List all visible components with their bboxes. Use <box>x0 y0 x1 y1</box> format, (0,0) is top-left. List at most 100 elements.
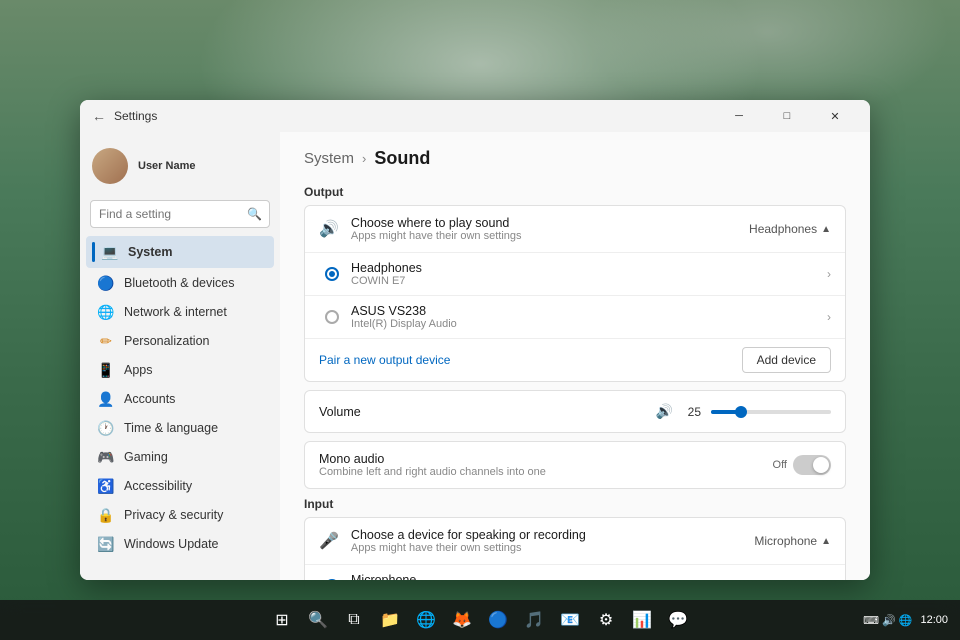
apps-icon: 📱 <box>98 362 114 378</box>
volume-thumb <box>735 406 747 418</box>
sidebar-item-time[interactable]: 🕐 Time & language <box>86 414 274 442</box>
sidebar-item-privacy[interactable]: 🔒 Privacy & security <box>86 501 274 529</box>
toggle-label: Off <box>773 459 787 471</box>
choose-output-subtitle: Apps might have their own settings <box>351 230 749 242</box>
output-device-headphones[interactable]: Headphones COWIN E7 › <box>305 253 845 296</box>
add-output-device-button[interactable]: Add device <box>742 347 831 373</box>
sidebar-label-network: Network & internet <box>124 305 227 319</box>
output-section-label: Output <box>304 185 846 199</box>
system-icon: 💻 <box>102 244 118 260</box>
sidebar-label-gaming: Gaming <box>124 450 168 464</box>
taskview-button[interactable]: ⧉ <box>338 604 370 636</box>
search-icon: 🔍 <box>247 207 262 221</box>
browser1-button[interactable]: 🌐 <box>410 604 442 636</box>
settings-window: ← Settings ─ □ ✕ User Name 🔍 💻 System <box>80 100 870 580</box>
sidebar-item-system[interactable]: 💻 System <box>86 236 274 268</box>
mail-button[interactable]: 📧 <box>554 604 586 636</box>
sidebar-item-accessibility[interactable]: ♿ Accessibility <box>86 472 274 500</box>
mono-title: Mono audio <box>319 452 773 466</box>
start-button[interactable]: ⊞ <box>266 604 298 636</box>
radio-headphones[interactable] <box>325 267 339 281</box>
chosen-input-label: Microphone <box>754 534 817 548</box>
device-microphone-name: Microphone <box>351 573 827 580</box>
main-content: System › Sound Output 🔊 Choose where to … <box>280 132 870 580</box>
choose-input-value: Microphone ▲ <box>754 534 831 548</box>
pair-output-row: Pair a new output device Add device <box>305 339 845 381</box>
bluetooth-icon: 🔵 <box>98 275 114 291</box>
minimize-button[interactable]: ─ <box>716 100 762 132</box>
window-controls: ─ □ ✕ <box>716 100 858 132</box>
back-button[interactable]: ← <box>92 108 106 124</box>
volume-icon: 🔊 <box>656 403 673 420</box>
input-device-microphone[interactable]: Microphone HD Pro Webcam C920 › <box>305 565 845 580</box>
active-indicator <box>92 242 95 262</box>
window-title: Settings <box>114 109 716 123</box>
sidebar-label-update: Windows Update <box>124 537 219 551</box>
device-headphones-info: Headphones COWIN E7 <box>351 261 827 287</box>
browser2-button[interactable]: 🦊 <box>446 604 478 636</box>
settings-taskbar-button[interactable]: ⚙ <box>590 604 622 636</box>
breadcrumb-system[interactable]: System <box>304 150 354 167</box>
sidebar-item-windows-update[interactable]: 🔄 Windows Update <box>86 530 274 558</box>
sidebar: User Name 🔍 💻 System 🔵 Bluetooth & devic… <box>80 132 280 580</box>
sidebar-item-gaming[interactable]: 🎮 Gaming <box>86 443 274 471</box>
search-taskbar-button[interactable]: 🔍 <box>302 604 334 636</box>
choose-input-text: Choose a device for speaking or recordin… <box>351 528 754 554</box>
sidebar-item-bluetooth[interactable]: 🔵 Bluetooth & devices <box>86 269 274 297</box>
toggle-track[interactable] <box>793 455 831 475</box>
browser3-button[interactable]: 🔵 <box>482 604 514 636</box>
input-device-card: 🎤 Choose a device for speaking or record… <box>304 517 846 580</box>
music-button[interactable]: 🎵 <box>518 604 550 636</box>
breadcrumb-current: Sound <box>374 148 430 169</box>
sidebar-label-accessibility: Accessibility <box>124 479 192 493</box>
mono-row: Mono audio Combine left and right audio … <box>305 442 845 488</box>
files-button[interactable]: 📁 <box>374 604 406 636</box>
volume-value: 25 <box>681 405 701 419</box>
network-icon: 🌐 <box>98 304 114 320</box>
choose-output-row[interactable]: 🔊 Choose where to play sound Apps might … <box>305 206 845 253</box>
sidebar-label-apps: Apps <box>124 363 153 377</box>
breadcrumb: System › Sound <box>304 148 846 169</box>
breadcrumb-separator: › <box>362 151 366 166</box>
chevron-up-icon: ▲ <box>821 224 831 235</box>
close-button[interactable]: ✕ <box>812 100 858 132</box>
chevron-right-icon-3: › <box>827 579 831 580</box>
sidebar-label-personalization: Personalization <box>124 334 209 348</box>
personalization-icon: ✏ <box>98 333 114 349</box>
sidebar-label-privacy: Privacy & security <box>124 508 223 522</box>
system-tray: ⌨ 🔊 🌐 <box>863 614 912 627</box>
microphone-icon: 🎤 <box>319 531 339 551</box>
accessibility-icon: ♿ <box>98 478 114 494</box>
output-device-asus[interactable]: ASUS VS238 Intel(R) Display Audio › <box>305 296 845 339</box>
device-microphone-info: Microphone HD Pro Webcam C920 <box>351 573 827 580</box>
window-body: User Name 🔍 💻 System 🔵 Bluetooth & devic… <box>80 132 870 580</box>
device-asus-info: ASUS VS238 Intel(R) Display Audio <box>351 304 827 330</box>
search-box: 🔍 <box>90 200 270 228</box>
chat-button[interactable]: 💬 <box>662 604 694 636</box>
update-icon: 🔄 <box>98 536 114 552</box>
mono-subtitle: Combine left and right audio channels in… <box>319 466 773 478</box>
choose-input-row[interactable]: 🎤 Choose a device for speaking or record… <box>305 518 845 565</box>
chevron-right-icon: › <box>827 267 831 281</box>
sidebar-item-apps[interactable]: 📱 Apps <box>86 356 274 384</box>
excel-button[interactable]: 📊 <box>626 604 658 636</box>
sidebar-item-personalization[interactable]: ✏ Personalization <box>86 327 274 355</box>
choose-input-title: Choose a device for speaking or recordin… <box>351 528 754 542</box>
output-device-card: 🔊 Choose where to play sound Apps might … <box>304 205 846 382</box>
sidebar-item-network[interactable]: 🌐 Network & internet <box>86 298 274 326</box>
radio-asus[interactable] <box>325 310 339 324</box>
choose-output-text: Choose where to play sound Apps might ha… <box>351 216 749 242</box>
pair-output-link[interactable]: Pair a new output device <box>319 353 742 367</box>
sidebar-item-accounts[interactable]: 👤 Accounts <box>86 385 274 413</box>
mono-toggle[interactable]: Off <box>773 455 831 475</box>
toggle-thumb <box>813 457 829 473</box>
chevron-up-icon-2: ▲ <box>821 536 831 547</box>
volume-slider[interactable] <box>711 410 831 414</box>
search-input[interactable] <box>90 200 270 228</box>
radio-microphone[interactable] <box>325 579 339 580</box>
privacy-icon: 🔒 <box>98 507 114 523</box>
maximize-button[interactable]: □ <box>764 100 810 132</box>
sidebar-label-bluetooth: Bluetooth & devices <box>124 276 235 290</box>
volume-label: Volume <box>319 405 656 419</box>
mono-text: Mono audio Combine left and right audio … <box>319 452 773 478</box>
